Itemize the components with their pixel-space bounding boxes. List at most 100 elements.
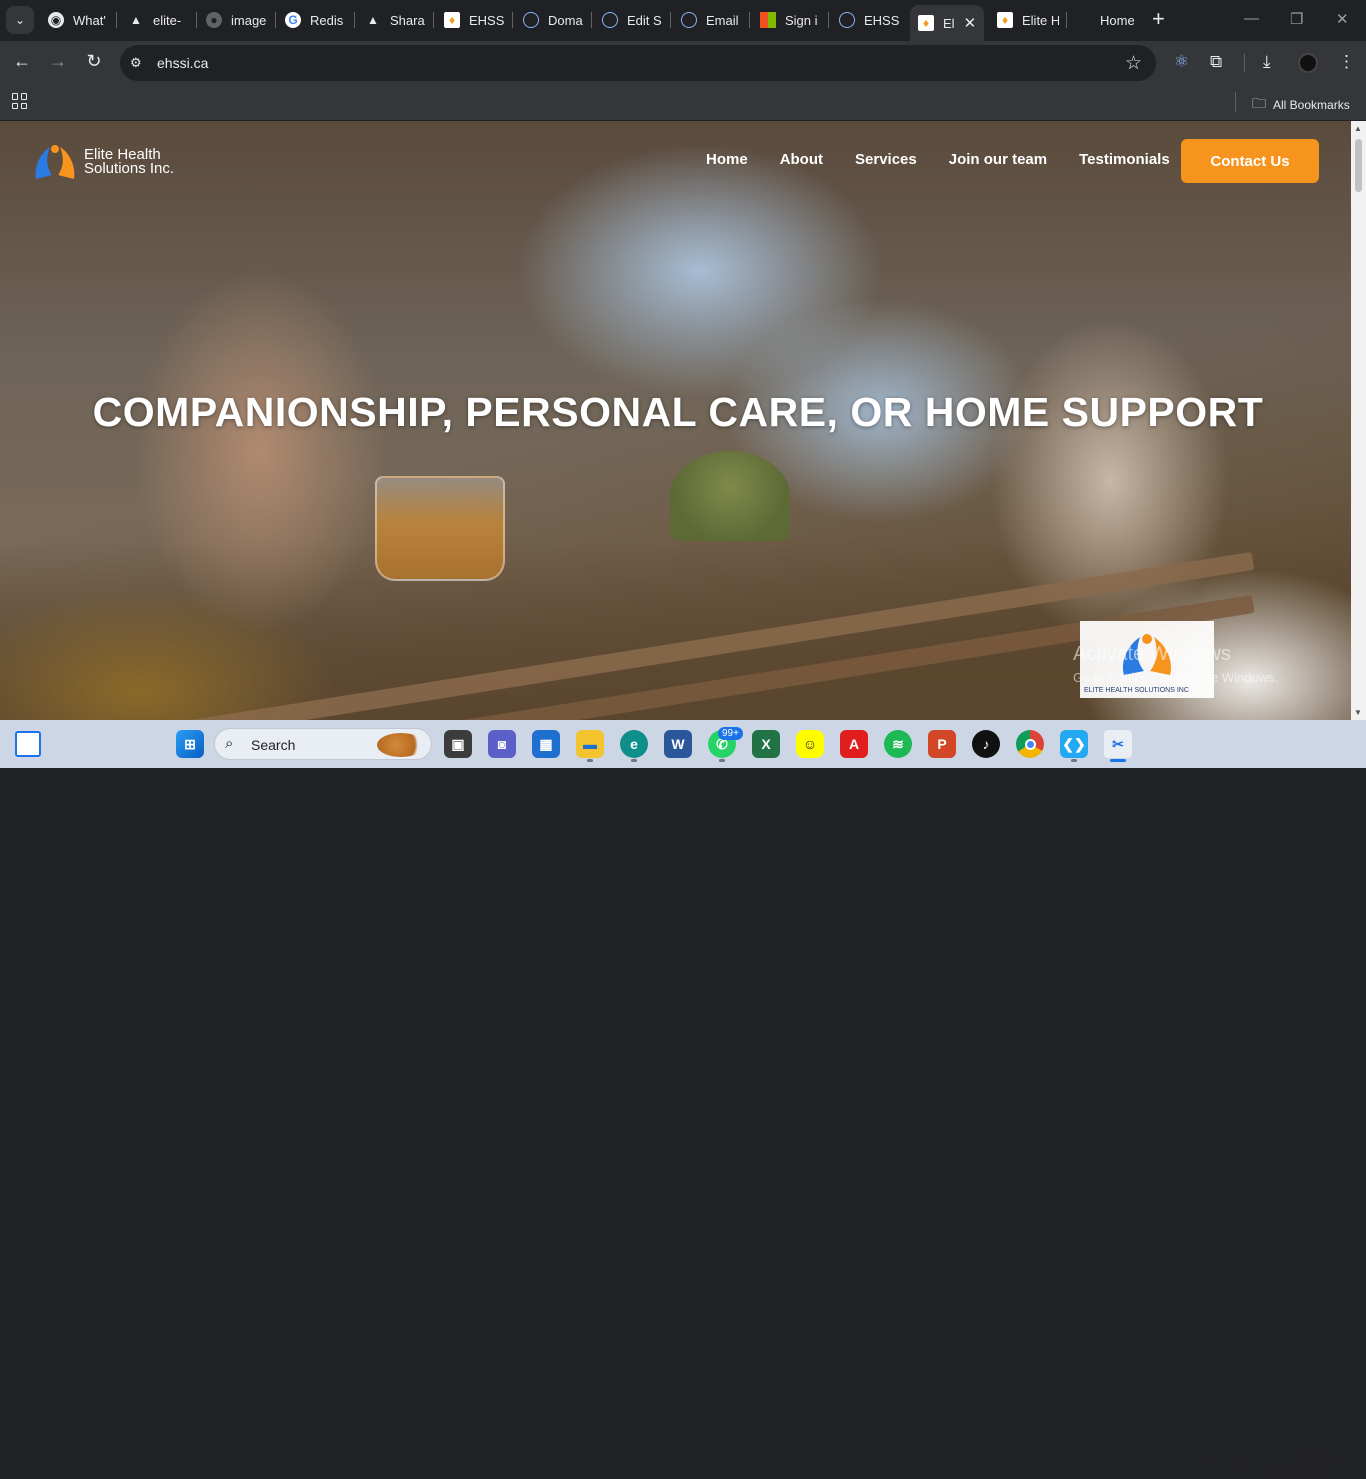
nav-join-our-team[interactable]: Join our team xyxy=(949,151,1047,168)
tab-label: Home xyxy=(1100,12,1134,28)
all-bookmarks-button[interactable]: 🗀 All Bookmarks xyxy=(1252,93,1350,117)
tab-edit[interactable]: Edit S xyxy=(602,8,662,32)
reload-icon[interactable]: ↻ xyxy=(82,51,106,72)
webpage-viewport: Elite Health Solutions Inc. Home About S… xyxy=(0,121,1351,720)
tab-elite[interactable]: ▲ elite- xyxy=(128,8,186,32)
widgets-icon[interactable] xyxy=(15,731,41,757)
teams-meet-icon[interactable]: ◙ xyxy=(488,730,516,758)
tray-chevron-icon[interactable]: ⌃ xyxy=(1157,1454,1169,1471)
start-icon[interactable]: ⊞ xyxy=(176,730,204,758)
search-icon: ⌕ xyxy=(225,735,234,752)
word-icon[interactable]: W xyxy=(664,730,692,758)
new-tab-button[interactable]: + xyxy=(1152,8,1165,30)
spotify-icon[interactable]: ≋ xyxy=(884,730,912,758)
drive-icon: ▲ xyxy=(130,13,142,27)
minimize-icon[interactable]: — xyxy=(1244,10,1259,27)
clock-date: 16/10/2025 xyxy=(1266,1465,1324,1477)
tab-elite-h[interactable]: ♦ Elite H xyxy=(997,8,1059,32)
close-icon[interactable]: ✕ xyxy=(964,14,977,32)
file-explorer-icon[interactable]: ▬ xyxy=(576,730,604,758)
back-icon[interactable]: ← xyxy=(10,51,34,72)
search-highlight-image xyxy=(377,733,425,757)
task-view-icon[interactable]: ▣ xyxy=(444,730,472,758)
menu-kebab-icon[interactable]: ⋮ xyxy=(1338,52,1355,72)
edge-icon[interactable]: e xyxy=(620,730,648,758)
github-icon: ● xyxy=(206,12,222,28)
apps-grid-icon[interactable] xyxy=(12,93,28,109)
nav-about[interactable]: About xyxy=(780,151,823,168)
tab-label: Email xyxy=(706,12,739,28)
restore-icon[interactable]: ❐ xyxy=(1290,10,1303,28)
chrome-taskbar-icon[interactable] xyxy=(1016,730,1044,758)
tab-active[interactable]: ♦ El ✕ xyxy=(910,5,984,41)
react-devtools-icon[interactable]: ⚛ xyxy=(1174,52,1189,72)
tab-whats[interactable]: ◉ What' xyxy=(48,8,108,32)
tab-label: image xyxy=(231,12,266,28)
tab-strip: ⌄ ◉ What' ▲ elite- ● image G Redis ▲ Sha… xyxy=(0,0,1366,41)
powerpoint-icon[interactable]: P xyxy=(928,730,956,758)
tab-home[interactable]: Home xyxy=(1100,8,1134,32)
activate-title: Activate Windows xyxy=(1073,643,1231,665)
taskbar: ⊞ ⌕ Search ▣ ◙ ▦ ▬ e W ✆ X ☺ A ≋ P ♪ ❮❯ … xyxy=(0,720,1366,1477)
tab-label: Elite H xyxy=(1022,12,1059,28)
contact-us-button[interactable]: Contact Us xyxy=(1181,139,1319,183)
copilot-icon xyxy=(602,12,618,28)
site-icon: ♦ xyxy=(918,15,934,31)
tab-email[interactable]: Email xyxy=(681,8,741,32)
logo-hands-icon xyxy=(32,139,78,185)
tab-label: El xyxy=(943,15,955,31)
tab-ehssi-2[interactable]: EHSSI xyxy=(839,8,899,32)
microsoft-icon xyxy=(760,12,776,28)
drive-icon: ▲ xyxy=(367,13,379,27)
taskbar-search[interactable]: ⌕ Search xyxy=(214,728,432,760)
tab-label: Shara xyxy=(390,12,425,28)
extensions-icon[interactable]: ⧉ xyxy=(1210,52,1222,72)
copilot-icon xyxy=(839,12,855,28)
microsoft-store-icon[interactable]: ▦ xyxy=(532,730,560,758)
site-logo[interactable]: Elite Health Solutions Inc. xyxy=(32,139,174,185)
scroll-up-icon[interactable]: ▲ xyxy=(1354,124,1362,133)
scrollbar-thumb[interactable] xyxy=(1355,139,1362,192)
tab-ehssi[interactable]: ♦ EHSSI xyxy=(444,8,504,32)
site-info-icon[interactable]: ⚙ xyxy=(130,55,142,71)
all-bookmarks-label: All Bookmarks xyxy=(1273,98,1350,112)
tab-label: elite- xyxy=(153,12,182,28)
nav-testimonials[interactable]: Testimonials xyxy=(1079,151,1170,168)
tab-sign-in[interactable]: Sign i xyxy=(760,8,820,32)
tab-image[interactable]: ● image xyxy=(206,8,266,32)
tab-redis[interactable]: G Redis xyxy=(285,8,345,32)
excel-icon[interactable]: X xyxy=(752,730,780,758)
acrobat-icon[interactable]: A xyxy=(840,730,868,758)
tab-label: Redis xyxy=(310,12,344,28)
tab-search-button[interactable]: ⌄ xyxy=(6,6,34,34)
tab-shara[interactable]: ▲ Shara xyxy=(365,8,425,32)
volume-icon[interactable]: 🔈︎ xyxy=(1208,1454,1216,1471)
scroll-down-icon[interactable]: ▼ xyxy=(1354,708,1362,717)
nav-home[interactable]: Home xyxy=(706,151,748,168)
site-nav: Home About Services Join our team Testim… xyxy=(706,151,1202,168)
close-window-icon[interactable]: ✕ xyxy=(1336,10,1349,28)
profile-avatar[interactable] xyxy=(1298,53,1318,73)
nav-services[interactable]: Services xyxy=(855,151,917,168)
url-text[interactable]: ehssi.ca xyxy=(157,55,208,71)
wifi-icon[interactable]: ⌔ xyxy=(1184,1454,1197,1472)
snipping-tool-icon[interactable]: ✂ xyxy=(1104,730,1132,758)
page-scrollbar[interactable]: ▲ ▼ xyxy=(1351,121,1366,720)
tab-label: Sign i xyxy=(785,12,818,28)
tab-label: Edit S xyxy=(627,12,662,28)
site-icon: ♦ xyxy=(997,12,1013,28)
copilot-icon xyxy=(523,12,539,28)
address-bar[interactable]: ⚙ ehssi.ca ☆ xyxy=(120,45,1156,81)
tab-label: Doma xyxy=(548,12,583,28)
download-icon[interactable]: ⤓ xyxy=(1263,52,1271,72)
tiktok-icon[interactable]: ♪ xyxy=(972,730,1000,758)
notifications-icon[interactable]: ☾ xyxy=(1334,1454,1347,1471)
vscode-icon[interactable]: ❮❯ xyxy=(1060,730,1088,758)
system-clock[interactable]: 22:54 16/10/2025 xyxy=(1262,1449,1324,1479)
battery-icon[interactable]: ▭ xyxy=(1232,1454,1245,1471)
chrome-icon: ◉ xyxy=(48,12,64,28)
snapchat-icon[interactable]: ☺ xyxy=(796,730,824,758)
forward-icon[interactable]: → xyxy=(46,51,70,72)
bookmark-star-icon[interactable]: ☆ xyxy=(1125,52,1142,75)
tab-doma[interactable]: Doma xyxy=(523,8,583,32)
